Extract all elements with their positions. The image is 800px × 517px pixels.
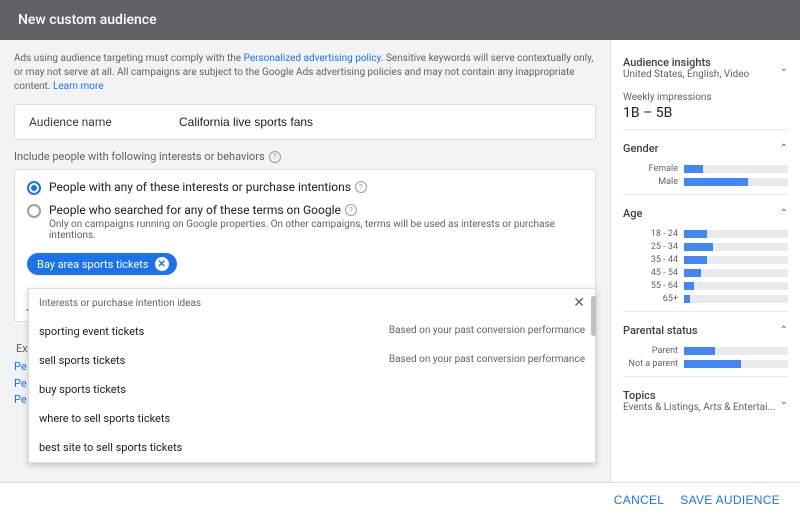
chevron-up-icon[interactable]: ⌃ [780,325,788,336]
bar-row: 35 - 44 [623,255,788,265]
help-icon[interactable]: ? [355,181,367,193]
bar-row: 65+ [623,294,788,304]
audience-name-input[interactable] [179,115,581,129]
bar-row: Female [623,164,788,174]
suggestion-header: Interests or purchase intention ideas ✕ [29,289,595,317]
impressions-value: 1B – 5B [623,105,788,121]
audience-name-row: Audience name [14,104,596,140]
policy-disclaimer: Ads using audience targeting must comply… [14,52,596,94]
help-icon[interactable]: ? [345,204,357,216]
policy-link[interactable]: Personalized advertising policy [244,53,381,64]
modal-body: Ads using audience targeting must comply… [0,40,800,482]
radio-interests[interactable]: People with any of these interests or pu… [27,180,583,195]
interest-chip[interactable]: Bay area sports tickets ✕ [27,253,177,275]
radio-searched[interactable]: People who searched for any of these ter… [27,203,583,241]
bar-row: Parent [623,346,788,356]
suggestion-item[interactable]: buy sports tickets [29,375,595,404]
parental-section: Parental status ⌃ ParentNot a parent [623,311,788,376]
bar-row: 45 - 54 [623,268,788,278]
impressions-label: Weekly impressions [623,92,788,103]
suggestion-item[interactable]: where to sell sports tickets [29,404,595,433]
radio-icon[interactable] [27,204,41,218]
bar-row: Not a parent [623,359,788,369]
insights-panel: Audience insights United States, English… [610,40,800,482]
radio-subtext: Only on campaigns running on Google prop… [49,219,583,241]
main-panel: Ads using audience targeting must comply… [0,40,610,482]
chevron-up-icon[interactable]: ⌃ [780,143,788,154]
suggestion-scrollbar[interactable] [591,296,596,336]
chevron-down-icon[interactable]: ⌄ [780,63,788,74]
gender-section: Gender ⌃ FemaleMale [623,129,788,194]
bar-row: 18 - 24 [623,229,788,239]
custom-audience-modal: New custom audience Ads using audience t… [0,0,800,517]
age-section: Age ⌃ 18 - 2425 - 3435 - 4445 - 5455 - 6… [623,194,788,311]
suggestion-item[interactable]: sporting event tickets Based on your pas… [29,317,595,346]
modal-footer: CANCEL SAVE AUDIENCE [0,482,800,517]
modal-header: New custom audience [0,0,800,40]
chevron-up-icon[interactable]: ⌃ [780,208,788,219]
chevron-down-icon[interactable]: ⌄ [780,396,788,407]
bar-row: 25 - 34 [623,242,788,252]
insights-header[interactable]: Audience insights United States, English… [623,50,788,86]
topics-section[interactable]: Topics Events & Listings, Arts & Enterta… [623,376,788,423]
suggestion-popover: Interests or purchase intention ideas ✕ … [28,288,596,463]
cancel-button[interactable]: CANCEL [614,493,664,507]
close-icon[interactable]: ✕ [573,295,585,311]
audience-name-label: Audience name [29,115,179,129]
chip-remove-icon[interactable]: ✕ [155,257,169,271]
save-audience-button[interactable]: SAVE AUDIENCE [680,493,780,507]
bar-row: Male [623,177,788,187]
bar-row: 55 - 64 [623,281,788,291]
include-section-label: Include people with following interests … [14,150,596,163]
suggestion-item[interactable]: sell sports tickets Based on your past c… [29,346,595,375]
help-icon[interactable]: ? [269,151,281,163]
modal-title: New custom audience [18,12,157,28]
suggestion-item[interactable]: best site to sell sports tickets [29,433,595,462]
learn-more-link[interactable]: Learn more [53,81,104,92]
radio-icon[interactable] [27,181,41,195]
